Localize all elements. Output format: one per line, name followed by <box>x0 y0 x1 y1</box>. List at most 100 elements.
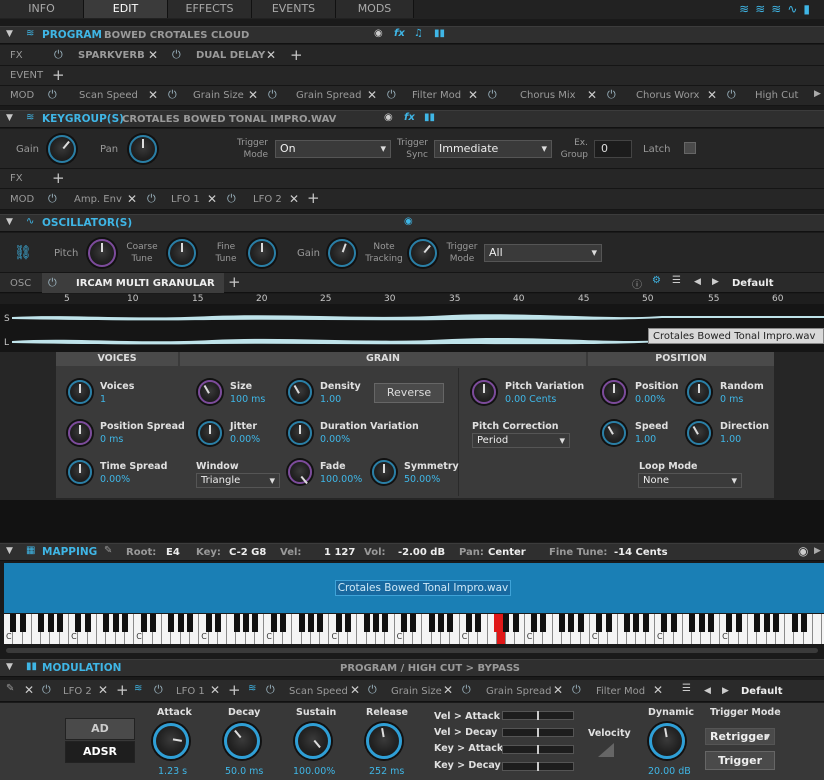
piano-black-key[interactable] <box>475 614 482 632</box>
mod-slot[interactable]: Grain Spread <box>296 90 362 101</box>
tab-effects[interactable]: EFFECTS <box>168 0 252 18</box>
piano-black-key[interactable] <box>214 614 221 632</box>
piano-black-key[interactable] <box>596 614 603 632</box>
power-icon[interactable]: ⏻ <box>48 192 57 206</box>
reverse-button[interactable]: Reverse <box>374 383 444 403</box>
velocity-curve-icon[interactable] <box>598 743 614 757</box>
wrench-icon[interactable]: ✎ <box>6 683 14 694</box>
piano-black-key[interactable] <box>317 614 324 632</box>
add-icon[interactable]: + <box>307 189 320 207</box>
loop-mode-select[interactable]: None <box>638 473 742 488</box>
piano-black-key[interactable] <box>140 614 147 632</box>
fx-icon[interactable]: fx <box>404 112 415 123</box>
vel-attack-slider[interactable] <box>502 711 574 720</box>
add-icon[interactable]: + <box>228 681 241 699</box>
piano-black-key[interactable] <box>84 614 91 632</box>
solo-icon[interactable]: ◉ <box>374 28 383 39</box>
piano-black-key[interactable] <box>531 614 538 632</box>
piano-black-key[interactable] <box>382 614 389 632</box>
release-knob[interactable] <box>366 723 402 759</box>
sample-zone[interactable]: Crotales Bowed Tonal Impro.wav <box>335 580 511 596</box>
add-icon[interactable]: + <box>52 169 65 187</box>
piano-black-key[interactable] <box>149 614 156 632</box>
close-icon[interactable]: ✕ <box>98 683 108 697</box>
piano-black-key[interactable] <box>670 614 677 632</box>
fx-slot-1[interactable]: SPARKVERB <box>78 50 145 61</box>
piano-black-key[interactable] <box>121 614 128 632</box>
mod-tab[interactable]: Scan Speed <box>289 686 348 697</box>
power-icon[interactable]: ⏻ <box>488 88 497 102</box>
mod-slot[interactable]: Chorus Worx <box>636 90 699 101</box>
piano-black-key[interactable] <box>540 614 547 632</box>
osc-preset[interactable]: Default <box>732 278 774 289</box>
fx-icon[interactable]: fx <box>394 28 405 39</box>
piano-black-key[interactable] <box>307 614 314 632</box>
piano-black-key[interactable] <box>642 614 649 632</box>
scroll-thumb[interactable] <box>6 648 818 653</box>
piano-black-key[interactable] <box>559 614 565 632</box>
close-icon[interactable]: ✕ <box>653 683 663 697</box>
tab-events[interactable]: EVENTS <box>252 0 336 18</box>
menu-icon[interactable]: ☰ <box>672 275 681 286</box>
eye-icon[interactable]: ◉ <box>798 544 808 558</box>
collapse-icon[interactable]: ▼ <box>6 217 13 227</box>
add-icon[interactable]: + <box>228 273 241 291</box>
piano-black-key[interactable] <box>447 614 454 632</box>
piano-black-key[interactable] <box>698 614 705 632</box>
piano-black-key[interactable] <box>298 614 305 632</box>
close-icon[interactable]: ✕ <box>127 192 137 206</box>
piano-black-key[interactable] <box>177 614 184 632</box>
pitch-variation-knob[interactable] <box>472 380 496 404</box>
fine-tune-knob[interactable] <box>248 239 276 267</box>
power-icon[interactable]: ⏻ <box>268 88 277 102</box>
close-icon[interactable]: ✕ <box>468 88 478 102</box>
mod-slot[interactable]: Grain Size <box>193 90 244 101</box>
osc-tab[interactable]: ⏻ IRCAM MULTI GRANULAR <box>42 273 224 293</box>
close-icon[interactable]: ✕ <box>248 88 258 102</box>
vel-decay-slider[interactable] <box>502 728 574 737</box>
piano-black-key[interactable] <box>252 614 259 632</box>
scroll-right-icon[interactable]: ▶ <box>814 89 821 99</box>
mod-preset[interactable]: Default <box>741 686 783 697</box>
trigger-mode-select[interactable]: On <box>275 140 391 158</box>
bars-icon[interactable]: ▮▮ <box>434 28 445 39</box>
piano-black-key[interactable] <box>661 614 668 632</box>
mapping-scrollbar[interactable] <box>0 644 824 658</box>
power-icon[interactable]: ⏻ <box>54 48 63 62</box>
power-icon[interactable]: ⏻ <box>147 192 156 206</box>
piano-black-key[interactable] <box>19 614 26 632</box>
close-icon[interactable]: ✕ <box>148 88 158 102</box>
collapse-icon[interactable]: ▼ <box>6 546 13 556</box>
close-icon[interactable]: ✕ <box>443 683 453 697</box>
tab-info[interactable]: INFO <box>0 0 84 18</box>
pitch-correction-select[interactable]: Period <box>472 433 570 448</box>
position-spread-knob[interactable] <box>68 421 92 445</box>
power-icon[interactable]: ⏻ <box>387 88 396 102</box>
voices-knob[interactable] <box>68 380 92 404</box>
close-icon[interactable]: ✕ <box>24 683 34 697</box>
random-knob[interactable] <box>687 380 711 404</box>
mapping-zone-area[interactable]: Crotales Bowed Tonal Impro.wav <box>4 563 824 613</box>
piano-black-key[interactable] <box>103 614 110 632</box>
piano-black-key[interactable] <box>10 614 17 632</box>
mod-slot[interactable]: Chorus Mix <box>520 90 576 101</box>
link-icon[interactable]: ⛓ <box>14 245 32 261</box>
mod-slot[interactable]: LFO 1 <box>171 194 200 205</box>
piano-black-key[interactable] <box>605 614 612 632</box>
close-icon[interactable]: ✕ <box>367 88 377 102</box>
gain-knob[interactable] <box>328 239 356 267</box>
piano-black-key[interactable] <box>633 614 640 632</box>
mod-tab[interactable]: LFO 2 <box>63 686 92 697</box>
tab-edit[interactable]: EDIT <box>84 0 168 18</box>
prev-icon[interactable]: ◀ <box>694 277 701 287</box>
dynamic-knob[interactable] <box>649 723 685 759</box>
power-icon[interactable]: ⏻ <box>172 48 181 62</box>
coarse-tune-knob[interactable] <box>168 239 196 267</box>
env-trigger-mode-select[interactable]: Retrigger <box>705 728 775 745</box>
close-icon[interactable]: ✕ <box>707 88 717 102</box>
mod-slot[interactable]: LFO 2 <box>253 194 282 205</box>
next-icon[interactable]: ▶ <box>712 277 719 287</box>
piano-black-key[interactable] <box>187 614 193 632</box>
close-icon[interactable]: ✕ <box>210 683 220 697</box>
add-icon[interactable]: + <box>52 66 65 84</box>
